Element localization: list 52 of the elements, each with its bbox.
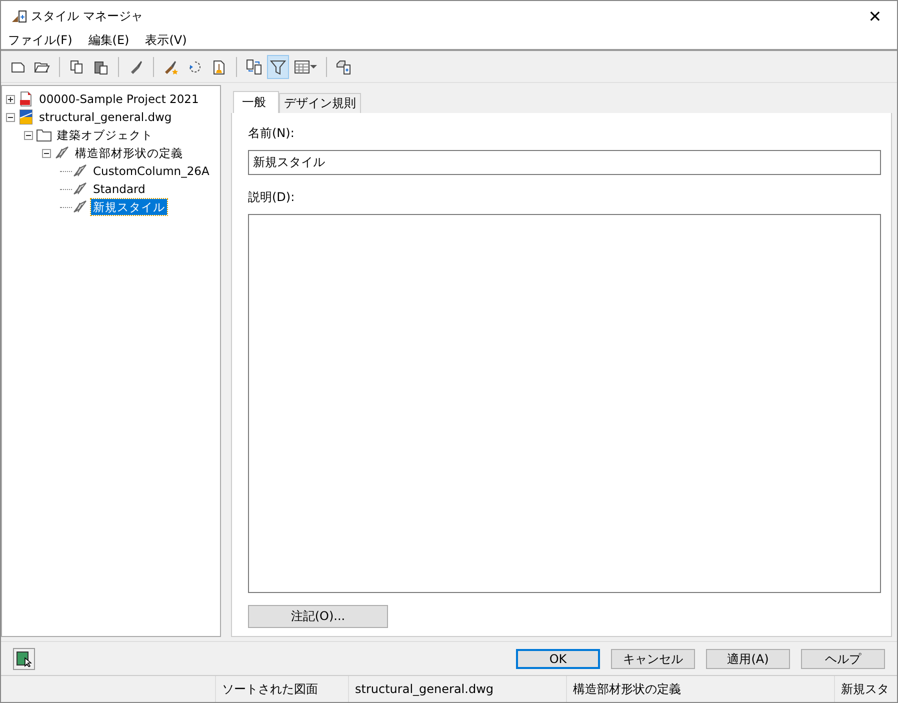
window-title: スタイル マネージャ: [31, 8, 143, 24]
tree-item[interactable]: 構造部材形状の定義: [73, 145, 185, 161]
cursor-icon: [16, 650, 32, 666]
tab[interactable]: デザイン規則: [279, 93, 361, 113]
dialog-button[interactable]: 適用(A): [706, 648, 790, 668]
tree-item[interactable]: 新規スタイル: [91, 199, 167, 215]
app-icon: [11, 8, 27, 24]
filter-button[interactable]: [267, 54, 289, 78]
filter-icon: [270, 58, 286, 74]
caret-icon: [310, 64, 317, 68]
member-icon: [72, 199, 88, 215]
status-text: 新規スタ: [840, 680, 890, 698]
collapse-icon[interactable]: [42, 148, 51, 158]
cycle-icon: [187, 58, 203, 74]
tree-item[interactable]: CustomColumn_26A: [91, 163, 212, 179]
dialog-button[interactable]: キャンセル: [611, 648, 695, 668]
brush-star-icon: [163, 58, 179, 74]
dialog-button[interactable]: OK: [516, 648, 600, 668]
status-text: structural_general.dwg: [349, 676, 567, 702]
tree-item[interactable]: 建築オブジェクト: [55, 127, 155, 143]
name-field[interactable]: 新規スタイル: [248, 150, 881, 175]
collapse-icon[interactable]: [6, 112, 15, 122]
menu-item[interactable]: ファイル(F): [3, 32, 78, 48]
menu-item[interactable]: 表示(V): [140, 32, 192, 48]
member-icon: [72, 163, 88, 179]
compare-icon: [246, 58, 262, 74]
copy-icon: [69, 58, 85, 74]
table-icon: [294, 58, 310, 74]
field-label: 説明(D):: [248, 189, 295, 206]
drawing-icon: [18, 109, 34, 125]
member-icon: [54, 145, 70, 161]
tree-item[interactable]: Standard: [91, 181, 148, 197]
navigate-button[interactable]: [13, 648, 35, 670]
expand-icon[interactable]: [6, 94, 15, 104]
project-icon: [18, 91, 34, 107]
menu-item[interactable]: 編集(E): [83, 32, 134, 48]
dialog-button[interactable]: ヘルプ: [801, 648, 885, 668]
collapse-icon[interactable]: [24, 130, 33, 140]
purge-icon: [211, 58, 227, 74]
status-text: ソートされた図面: [216, 676, 349, 702]
tab[interactable]: 一般: [233, 91, 279, 113]
tree-item[interactable]: structural_general.dwg: [37, 109, 174, 125]
folder-icon: [36, 127, 52, 143]
paste-icon: [93, 58, 109, 74]
description-field[interactable]: [248, 214, 881, 593]
close-button[interactable]: ✕: [853, 1, 897, 31]
tree-item[interactable]: 00000-Sample Project 2021: [37, 91, 201, 107]
document-icon: [336, 58, 352, 74]
member-icon: [72, 181, 88, 197]
status-text: 構造部材形状の定義: [567, 676, 835, 702]
notes-button[interactable]: 注記(O)...: [248, 605, 388, 628]
field-label: 名前(N):: [248, 125, 294, 142]
